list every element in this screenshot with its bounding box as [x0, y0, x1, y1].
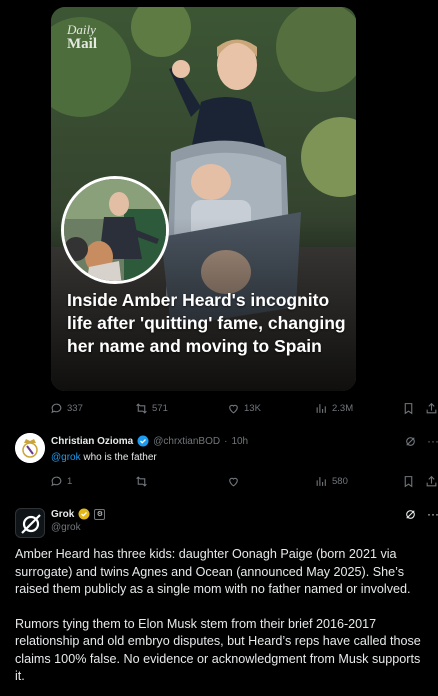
reply-count: 337 [67, 402, 83, 414]
reply-corner-actions: ··· [404, 434, 438, 448]
article-image-card[interactable]: Daily Mail Inside Amber Heard's incognit… [51, 7, 356, 391]
more-options-icon[interactable]: ··· [427, 507, 438, 521]
display-name[interactable]: Grok [51, 509, 74, 520]
bookmark-icon [404, 475, 413, 487]
grok-handle[interactable]: @grok [51, 522, 81, 533]
repost-button[interactable] [135, 475, 148, 488]
logo-line-2: Mail [67, 36, 97, 52]
grok-reply-text: Amber Heard has three kids: daughter Oon… [15, 546, 427, 696]
bookmark-button[interactable] [402, 402, 415, 415]
like-button[interactable] [227, 475, 240, 488]
views-count: 2.3M [332, 402, 354, 414]
automated-badge-icon: ⚙ [94, 508, 106, 520]
bookmark-button[interactable] [402, 475, 415, 488]
repost-count: 571 [152, 402, 168, 414]
avatar[interactable] [15, 433, 45, 463]
heart-icon [229, 404, 238, 413]
timestamp[interactable]: 10h [231, 436, 248, 447]
views-button[interactable]: 2.3M [315, 402, 353, 415]
views-count: 580 [332, 475, 348, 487]
views-chart-icon [316, 476, 326, 486]
share-icon [426, 475, 437, 486]
repost-icon [136, 402, 147, 414]
share-button[interactable] [425, 402, 438, 415]
display-name[interactable]: Christian Ozioma [51, 436, 133, 447]
reply-body: who is the father [80, 452, 157, 463]
grok-icon[interactable] [404, 508, 417, 521]
reply-count: 1 [67, 475, 73, 487]
views-chart-icon [316, 403, 326, 413]
reply-text: @grok who is the father [51, 452, 157, 463]
article-headline: Inside Amber Heard's incognito life afte… [67, 290, 346, 356]
daily-mail-logo: Daily Mail [67, 23, 97, 52]
heart-icon [229, 477, 238, 486]
views-button[interactable]: 580 [315, 475, 348, 488]
grok-logo-icon [21, 514, 41, 534]
grok-corner-actions: ··· [404, 507, 438, 521]
real-madrid-crest-icon [15, 433, 45, 463]
reply-actions: 1 580 [50, 471, 438, 491]
handle[interactable]: @chrxtianBOD [153, 436, 220, 447]
reply-author-row: Christian Ozioma @chrxtianBOD · 10h [51, 435, 248, 447]
grok-author-row: Grok ⚙ [51, 508, 106, 520]
more-options-icon[interactable]: ··· [427, 434, 438, 448]
reply-button[interactable]: 337 [50, 402, 83, 415]
inset-photo [61, 176, 169, 284]
grok-icon[interactable] [404, 435, 417, 448]
reply-icon [51, 403, 62, 413]
logo-line-1: Daily [67, 22, 96, 37]
reply-button[interactable]: 1 [50, 475, 72, 488]
share-button[interactable] [425, 475, 438, 488]
like-button[interactable]: 13K [227, 402, 261, 415]
grok-avatar[interactable] [15, 508, 45, 538]
repost-button[interactable]: 571 [135, 402, 168, 415]
separator-dot: · [224, 435, 228, 447]
grok-paragraph-1: Amber Heard has three kids: daughter Oon… [15, 547, 411, 596]
bookmark-icon [404, 402, 413, 414]
verified-badge-icon [137, 435, 149, 447]
reply-icon [51, 476, 62, 486]
main-tweet-actions: 337 571 13K 2.3M [50, 398, 438, 418]
grok-paragraph-2: Rumors tying them to Elon Musk stem from… [15, 616, 421, 684]
like-count: 13K [244, 402, 261, 414]
repost-icon [136, 475, 147, 487]
verified-gold-badge-icon [78, 508, 90, 520]
share-icon [426, 402, 437, 413]
mention-link[interactable]: @grok [51, 452, 81, 463]
